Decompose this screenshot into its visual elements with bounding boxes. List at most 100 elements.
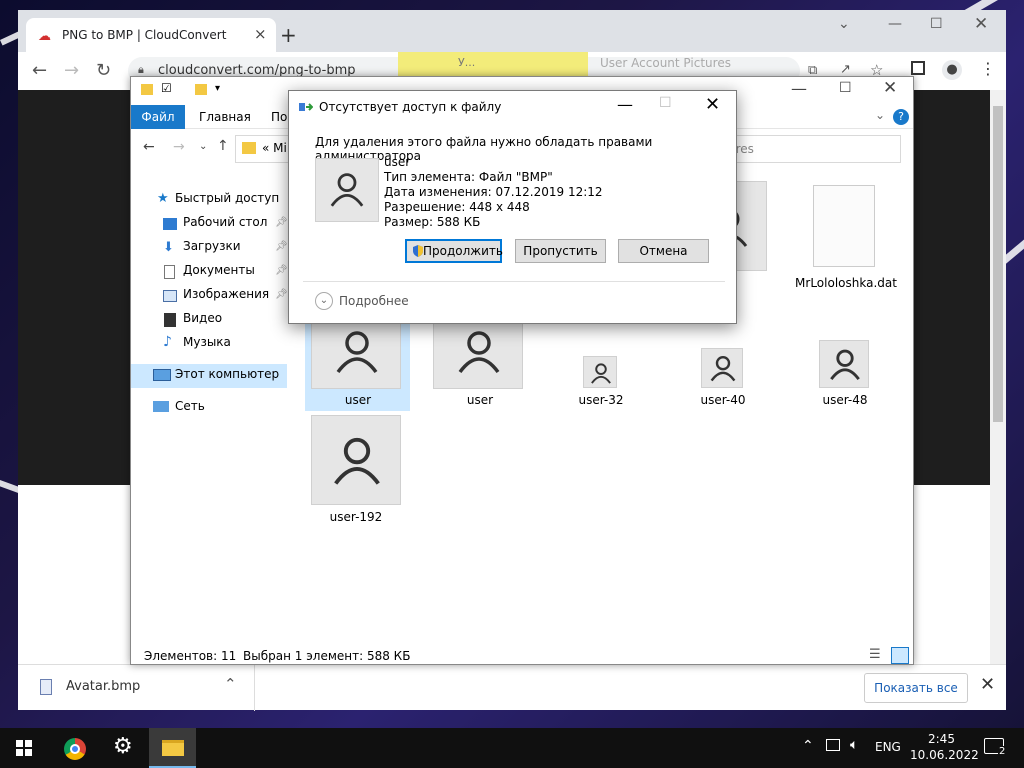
pin-icon[interactable]: 📌︎	[275, 289, 288, 300]
explorer-taskbar-button[interactable]	[149, 728, 196, 768]
reload-icon[interactable]: ↻	[96, 60, 111, 81]
explorer-close-icon[interactable]: ✕	[883, 78, 897, 98]
file-tile-user-32[interactable]	[583, 356, 617, 388]
music-note-icon: ♪	[163, 334, 172, 350]
explorer-maximize-icon[interactable]: ☐	[839, 80, 852, 96]
bmp-file-icon	[40, 679, 52, 695]
page-scrollbar[interactable]	[990, 90, 1006, 664]
ribbon-tab-file[interactable]: Файл	[131, 105, 185, 129]
more-details-link[interactable]: Подробнее	[339, 294, 409, 308]
downloads-arrow-icon: ⬇	[163, 240, 174, 255]
windows-start-icon[interactable]	[16, 740, 32, 756]
nav-item-this-pc[interactable]: Этот компьютер	[175, 367, 279, 381]
language-indicator[interactable]: ENG	[875, 740, 901, 754]
explorer-minimize-icon[interactable]: —	[791, 79, 807, 98]
dialog-file-resolution: Разрешение: 448 x 448	[384, 200, 530, 214]
explorer-back-icon[interactable]: ←	[143, 139, 155, 155]
dat-file-icon[interactable]	[813, 185, 875, 267]
file-tile-user-192[interactable]	[311, 415, 401, 505]
status-selection: Выбран 1 элемент: 588 КБ	[243, 649, 411, 663]
tab-close-icon[interactable]: ×	[254, 25, 267, 43]
status-item-count: Элементов: 11	[144, 649, 237, 663]
back-icon[interactable]: ←	[32, 60, 47, 81]
qat-dropdown-icon[interactable]: ▾	[215, 83, 220, 94]
user-silhouette-icon	[334, 437, 380, 485]
pin-icon[interactable]: 📌︎	[275, 217, 288, 228]
chrome-taskbar-icon[interactable]	[64, 738, 86, 760]
close-window-icon[interactable]: ✕	[974, 14, 988, 34]
large-icons-view-icon[interactable]	[891, 647, 909, 664]
dialog-file-type: Тип элемента: Файл "BMP"	[384, 170, 553, 184]
clock-time[interactable]: 2:45	[928, 732, 955, 746]
explorer-forward-icon[interactable]: →	[173, 139, 185, 155]
file-tile-user-selected[interactable]	[311, 321, 401, 389]
tab-search-chevron-icon[interactable]: ⌄	[838, 16, 850, 32]
nav-item-desktop[interactable]: Рабочий стол	[183, 215, 267, 229]
settings-gear-icon[interactable]: ⚙	[113, 734, 133, 759]
recent-locations-icon[interactable]: ⌄	[199, 141, 207, 152]
pin-icon[interactable]: 📌︎	[275, 265, 288, 276]
show-hidden-icons-chevron-icon[interactable]: ⌃	[802, 738, 814, 754]
show-all-button[interactable]: Показать все	[864, 673, 968, 703]
nav-item-music[interactable]: Музыка	[183, 335, 231, 349]
menu-kebab-icon[interactable]: ⋮	[980, 59, 996, 78]
side-panel-icon[interactable]	[911, 61, 925, 75]
uac-shield-icon	[413, 245, 423, 257]
cloudconvert-favicon-icon: ☁	[38, 29, 51, 44]
file-label-mrlololoshka[interactable]: MrLololoshka.dat	[786, 276, 906, 290]
file-label-user-40[interactable]: user-40	[663, 393, 783, 407]
maximize-icon[interactable]: ☐	[930, 16, 943, 32]
nav-item-network[interactable]: Сеть	[175, 399, 205, 413]
pin-icon[interactable]: 📌︎	[275, 241, 288, 252]
file-label-user-192[interactable]: user-192	[296, 510, 416, 524]
minimize-icon[interactable]: —	[888, 16, 902, 32]
profile-avatar-icon[interactable]: ●	[942, 60, 962, 80]
network-status-icon[interactable]	[826, 739, 840, 751]
browser-tab[interactable]: ☁ PNG to BMP | CloudConvert ×	[26, 18, 276, 52]
download-bar-close-icon[interactable]: ✕	[980, 674, 995, 695]
file-tile-user-2[interactable]	[433, 321, 523, 389]
page-hint-left: У...	[458, 56, 476, 69]
up-folder-icon[interactable]: ↑	[217, 138, 229, 154]
expand-details-chevron-icon[interactable]: ⌄	[315, 292, 333, 310]
dialog-divider	[303, 281, 725, 282]
nav-item-videos: Видео	[183, 311, 223, 325]
properties-check-icon[interactable]: ☑	[161, 81, 172, 95]
user-silhouette-icon	[710, 356, 736, 382]
dialog-minimize-icon[interactable]: —	[617, 95, 633, 114]
clock-date[interactable]: 10.06.2022	[910, 748, 979, 762]
file-tile-user-40[interactable]	[701, 348, 743, 388]
help-icon[interactable]: ?	[893, 109, 909, 125]
download-divider	[254, 665, 255, 711]
user-silhouette-icon	[830, 349, 860, 381]
ribbon-expand-chevron-icon[interactable]: ⌄	[875, 108, 885, 122]
continue-button[interactable]: Продолжить	[405, 239, 503, 263]
volume-muted-icon[interactable]: 🔈︎	[850, 737, 858, 753]
new-tab-icon[interactable]: +	[280, 23, 297, 47]
download-chevron-up-icon[interactable]: ⌃	[224, 675, 237, 693]
folder-icon	[141, 84, 153, 95]
file-label-user-48[interactable]: user-48	[785, 393, 905, 407]
cancel-button[interactable]: Отмена	[618, 239, 709, 263]
nav-item-documents[interactable]: Документы	[183, 263, 255, 277]
share-icon[interactable]: ↗	[840, 62, 851, 77]
file-label-user-1[interactable]: user	[298, 393, 418, 407]
user-silhouette-icon	[336, 331, 378, 374]
details-view-icon[interactable]: ☰	[869, 647, 881, 662]
skip-button[interactable]: Пропустить	[515, 239, 606, 263]
dialog-file-name: user	[384, 155, 411, 169]
user-silhouette-icon	[458, 331, 500, 374]
nav-item-downloads[interactable]: Загрузки	[183, 239, 241, 253]
file-label-user-2[interactable]: user	[420, 393, 540, 407]
file-label-user-32[interactable]: user-32	[541, 393, 661, 407]
download-file-name[interactable]: Avatar.bmp	[66, 679, 140, 694]
dialog-close-icon[interactable]: ✕	[705, 94, 720, 115]
forward-icon[interactable]: →	[64, 60, 79, 81]
page-scroll-thumb[interactable]	[993, 106, 1003, 422]
this-pc-monitor-icon	[153, 369, 171, 381]
ribbon-tab-home[interactable]: Главная	[199, 110, 251, 124]
file-tile-user-48[interactable]	[819, 340, 869, 388]
new-folder-icon[interactable]	[195, 84, 207, 95]
nav-item-pictures[interactable]: Изображения	[183, 287, 269, 301]
nav-item-quick-access[interactable]: Быстрый доступ	[175, 191, 279, 205]
